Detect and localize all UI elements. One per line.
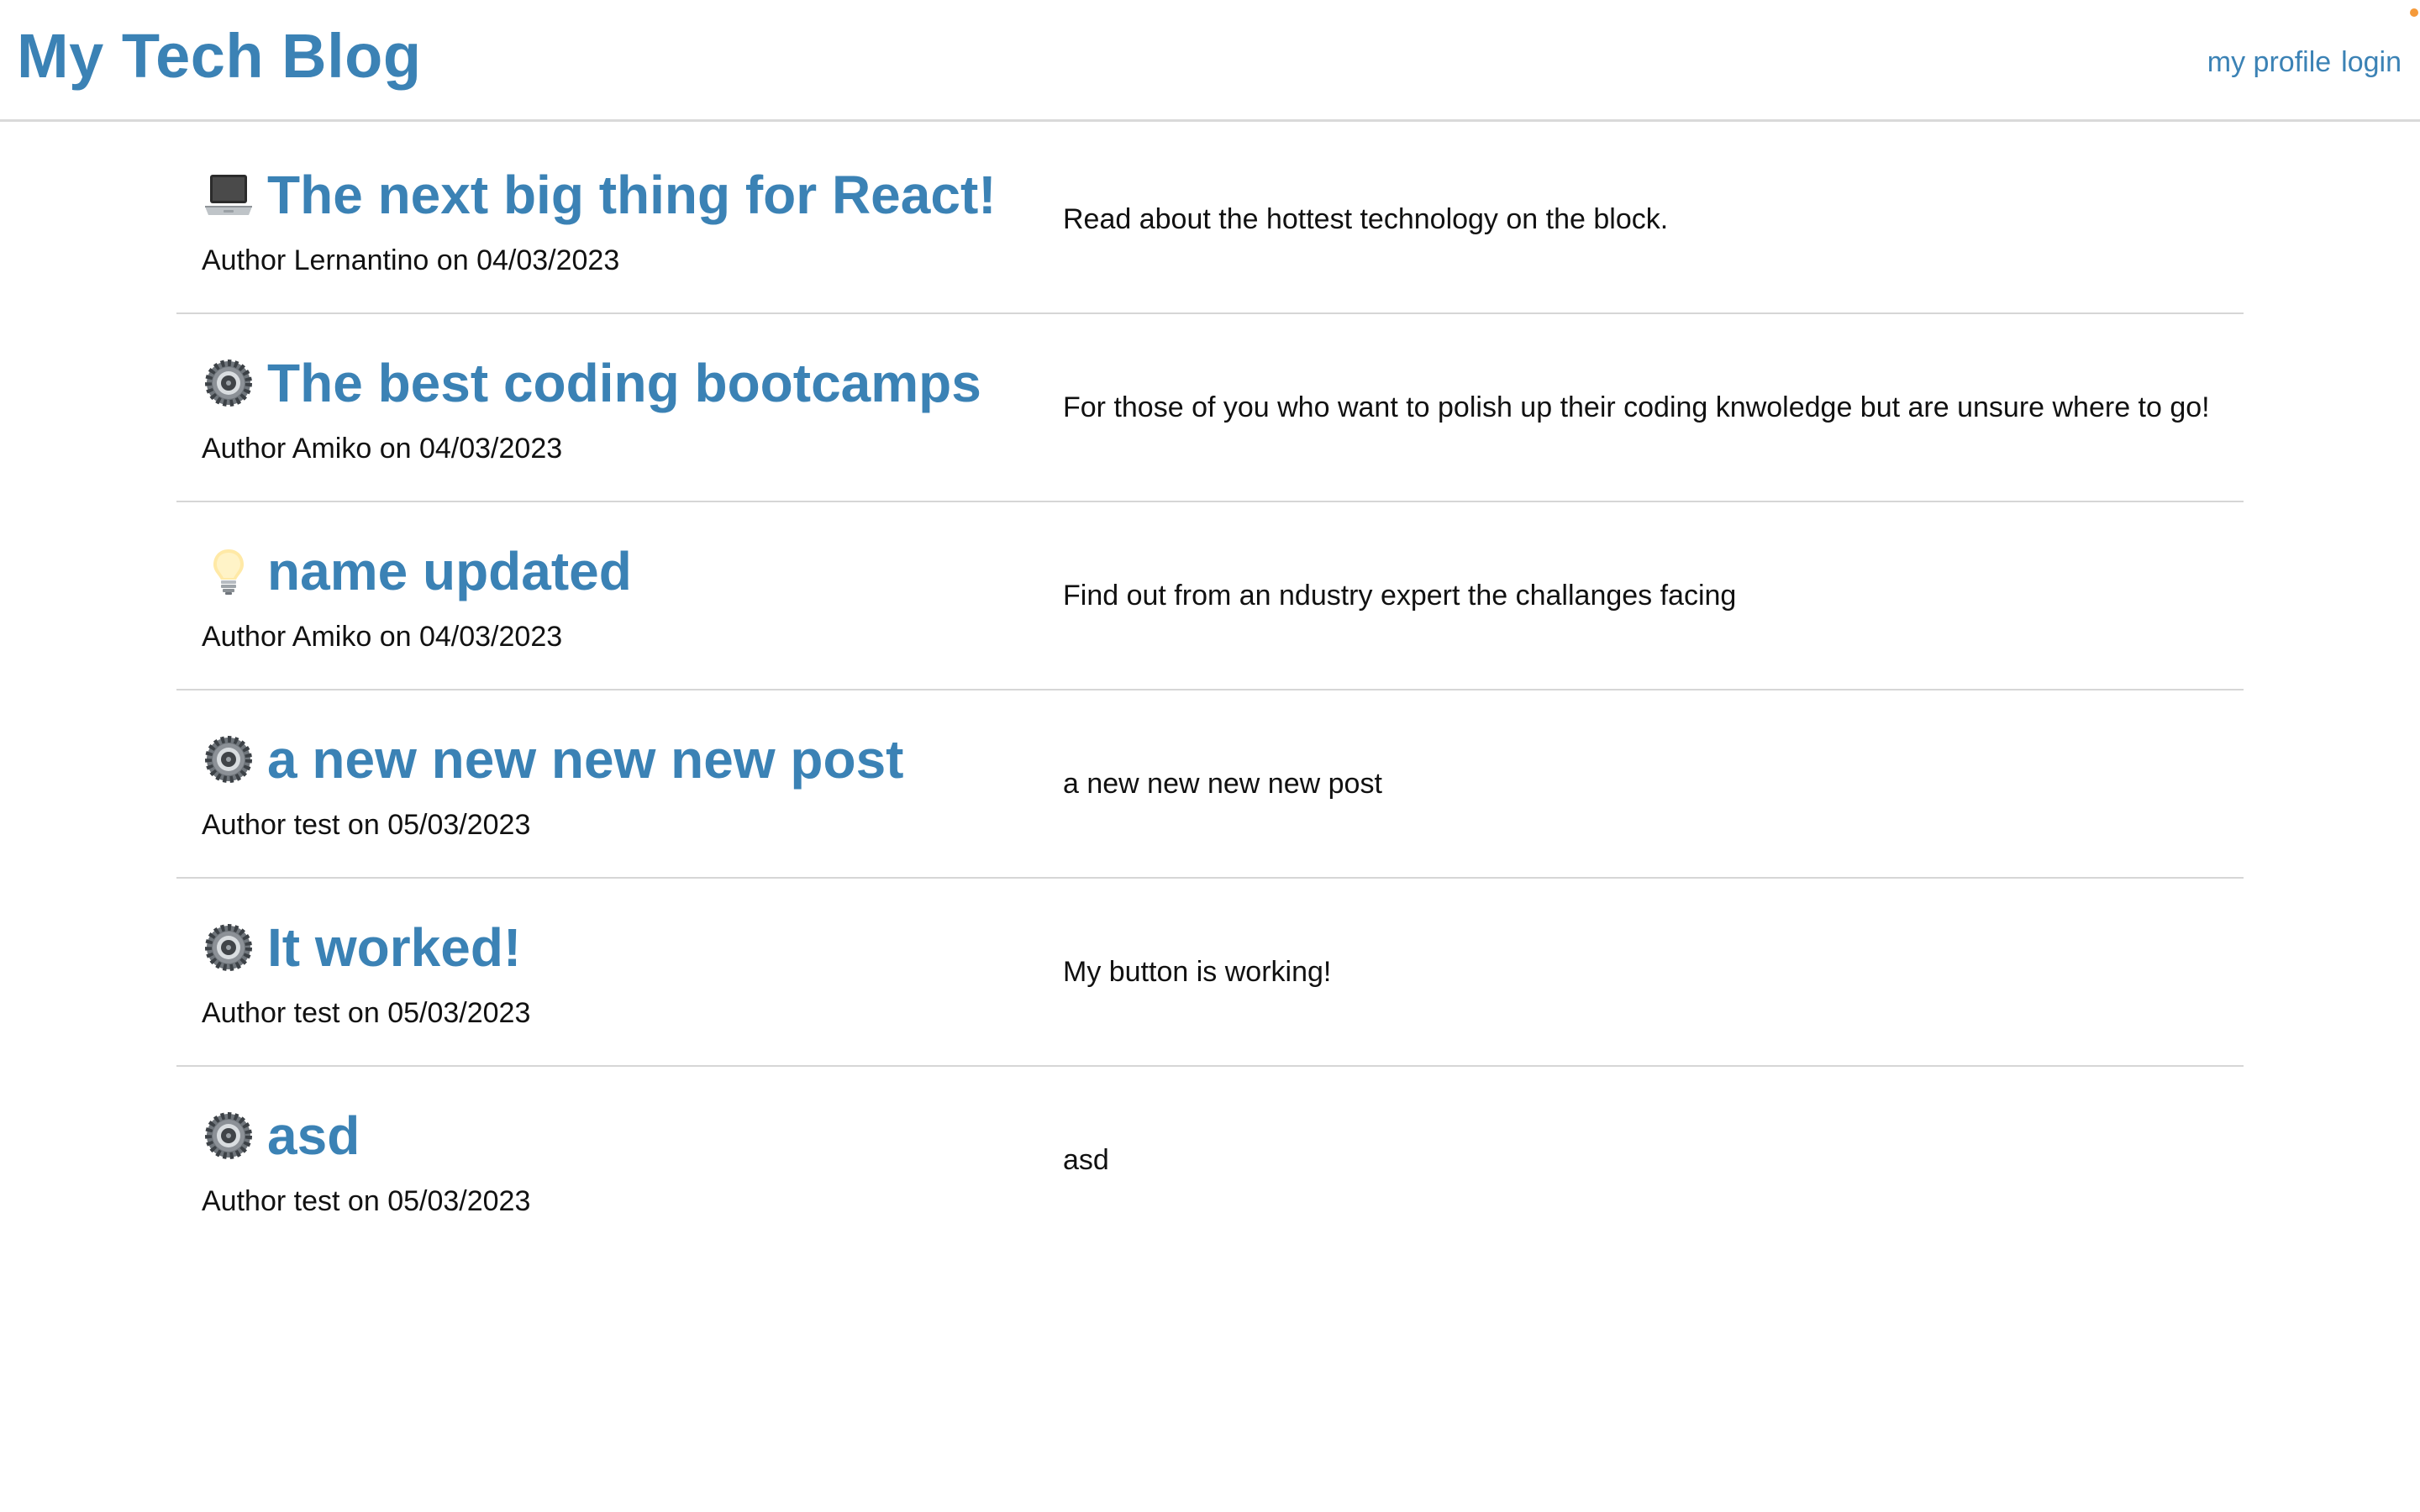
post-meta: Author Lernantino on 04/03/2023 bbox=[202, 242, 1025, 279]
post-header: asd Author test on 05/03/2023 bbox=[202, 1102, 1025, 1220]
post-title[interactable]: name updated bbox=[267, 538, 632, 605]
post-title-row: The next big thing for React! bbox=[202, 161, 1025, 228]
post-header: The best coding bootcamps Author Amiko o… bbox=[202, 349, 1025, 467]
post-date: 05/03/2023 bbox=[387, 809, 531, 841]
post-card[interactable]: The best coding bootcamps Author Amiko o… bbox=[176, 314, 2244, 502]
post-description: a new new new new post bbox=[1063, 768, 1382, 800]
site-title[interactable]: My Tech Blog bbox=[17, 18, 422, 94]
post-card[interactable]: asd Author test on 05/03/2023 asd bbox=[176, 1067, 2244, 1255]
author-prefix: Author bbox=[202, 244, 287, 276]
my-profile-link[interactable]: my profile bbox=[2207, 42, 2331, 82]
login-link[interactable]: login bbox=[2341, 42, 2402, 82]
author-prefix: Author bbox=[202, 621, 287, 653]
gear-icon bbox=[202, 921, 255, 974]
post-title-row: a new new new new post bbox=[202, 726, 1025, 793]
post-list: The next big thing for React! Author Ler… bbox=[176, 126, 2244, 1255]
post-title[interactable]: The next big thing for React! bbox=[267, 161, 997, 228]
post-meta: Author test on 05/03/2023 bbox=[202, 995, 1025, 1032]
post-description: For those of you who want to polish up t… bbox=[1063, 391, 2210, 423]
post-title[interactable]: a new new new new post bbox=[267, 726, 903, 793]
post-meta: Author Amiko on 04/03/2023 bbox=[202, 618, 1025, 655]
post-description: My button is working! bbox=[1063, 956, 1332, 988]
post-title[interactable]: asd bbox=[267, 1102, 360, 1169]
author-prefix: Author bbox=[202, 997, 287, 1029]
post-card[interactable]: The next big thing for React! Author Ler… bbox=[176, 126, 2244, 314]
post-meta: Author test on 05/03/2023 bbox=[202, 1183, 1025, 1220]
post-description: asd bbox=[1063, 1144, 1109, 1176]
post-card[interactable]: It worked! Author test on 05/03/2023 My … bbox=[176, 879, 2244, 1067]
author-prefix: Author bbox=[202, 809, 287, 841]
post-date: 05/03/2023 bbox=[387, 997, 531, 1029]
post-author: Amiko bbox=[292, 621, 372, 653]
on-text: on bbox=[379, 433, 412, 465]
lightbulb-icon bbox=[202, 544, 255, 598]
gear-icon bbox=[202, 732, 255, 786]
post-meta: Author Amiko on 04/03/2023 bbox=[202, 430, 1025, 467]
top-nav: my profile login bbox=[2207, 42, 2402, 82]
post-card[interactable]: name updated Author Amiko on 04/03/2023 … bbox=[176, 502, 2244, 690]
post-description: Read about the hottest technology on the… bbox=[1063, 203, 1669, 235]
post-meta: Author test on 05/03/2023 bbox=[202, 806, 1025, 843]
post-title-row: name updated bbox=[202, 538, 1025, 605]
post-card[interactable]: a new new new new post Author test on 05… bbox=[176, 690, 2244, 879]
post-author: Amiko bbox=[292, 433, 372, 465]
site-header: My Tech Blog my profile login bbox=[0, 0, 2420, 122]
post-date: 04/03/2023 bbox=[418, 433, 563, 465]
gear-icon bbox=[202, 1109, 255, 1163]
post-header: a new new new new post Author test on 05… bbox=[202, 726, 1025, 843]
on-text: on bbox=[379, 621, 412, 653]
post-title-row: The best coding bootcamps bbox=[202, 349, 1025, 417]
post-date: 04/03/2023 bbox=[476, 244, 620, 276]
post-description: Find out from an ndustry expert the chal… bbox=[1063, 580, 1737, 612]
status-dot bbox=[2410, 8, 2418, 17]
post-date: 04/03/2023 bbox=[418, 621, 563, 653]
on-text: on bbox=[347, 809, 380, 841]
post-title-row: It worked! bbox=[202, 914, 1025, 981]
post-date: 05/03/2023 bbox=[387, 1185, 531, 1217]
post-author: test bbox=[293, 809, 340, 841]
post-title-row: asd bbox=[202, 1102, 1025, 1169]
post-header: name updated Author Amiko on 04/03/2023 bbox=[202, 538, 1025, 655]
post-header: It worked! Author test on 05/03/2023 bbox=[202, 914, 1025, 1032]
post-author: test bbox=[293, 997, 340, 1029]
post-header: The next big thing for React! Author Ler… bbox=[202, 161, 1025, 279]
post-author: test bbox=[293, 1185, 340, 1217]
gear-icon bbox=[202, 356, 255, 410]
laptop-icon bbox=[202, 168, 255, 222]
on-text: on bbox=[347, 1185, 380, 1217]
post-author: Lernantino bbox=[293, 244, 429, 276]
post-title[interactable]: The best coding bootcamps bbox=[267, 349, 981, 417]
on-text: on bbox=[436, 244, 469, 276]
author-prefix: Author bbox=[202, 1185, 287, 1217]
on-text: on bbox=[347, 997, 380, 1029]
author-prefix: Author bbox=[202, 433, 287, 465]
post-title[interactable]: It worked! bbox=[267, 914, 521, 981]
